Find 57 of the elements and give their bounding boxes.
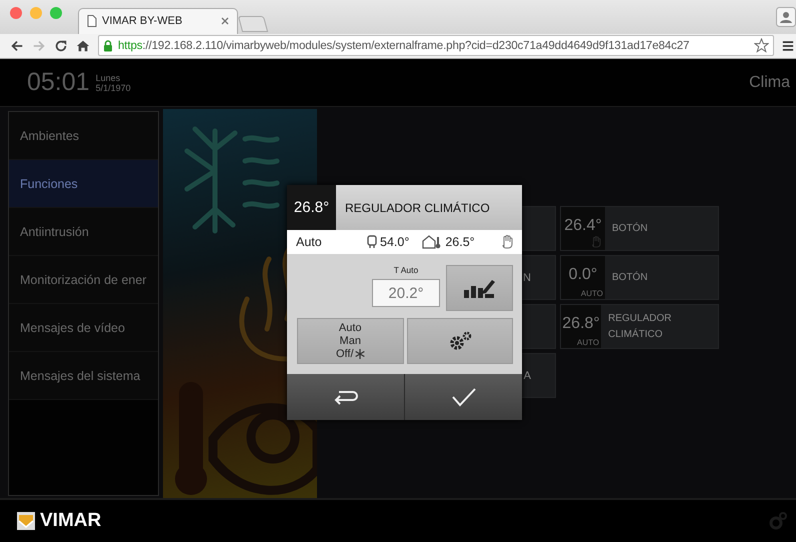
tile-label: N [523,272,532,284]
device-tile[interactable]: 26.4° BOTÓN [560,206,719,251]
setpoint-field[interactable]: 20.2° [372,279,440,307]
settings-button[interactable] [406,318,513,364]
sidebar-item[interactable]: Ambientes [9,112,158,160]
checkmark-icon [450,387,476,407]
clock-time: 05:01 [27,68,90,97]
lock-icon [103,40,113,52]
house-thermometer-icon [422,235,442,249]
home-icon[interactable] [76,38,90,53]
room-temperature: 26.5° [445,235,475,249]
hand-icon [591,236,601,248]
schedule-edit-button[interactable] [446,265,513,311]
close-icon[interactable] [221,17,229,26]
menu-icon[interactable] [782,40,794,52]
tile-mode: AUTO [580,289,603,298]
boiler-temperature: 54.0° [380,235,410,249]
gears-icon [448,331,472,351]
section-title: Clima [749,74,791,92]
tile-temperature: 0.0° [568,266,598,284]
close-window-button[interactable] [10,6,22,19]
sidebar-item[interactable]: Antiintrusión [9,208,158,256]
date-label: 5/1/1970 [96,82,131,92]
tile-label: A [524,370,532,382]
device-tile[interactable]: 0.0° AUTO BOTÓN [560,255,719,300]
snowflake-icon [354,349,365,359]
dialog-title: REGULADOR CLIMÁTICO [344,200,490,216]
tab-title: VIMAR BY-WEB [102,15,184,28]
back-button[interactable] [287,374,404,420]
mode-button[interactable]: Auto Man Off/ [297,318,404,364]
document-icon [87,15,97,28]
mode-label: Auto [296,235,323,249]
hand-icon [501,235,513,249]
weekday-label: Lunes [96,72,122,82]
current-temperature: 26.8° [287,185,336,230]
chart-edit-icon [462,277,496,299]
profile-icon[interactable] [776,6,796,27]
tile-temperature: 26.4° [564,216,602,234]
brand-name: VIMAR [40,510,102,532]
sidebar-item[interactable]: Funciones [9,160,158,208]
sidebar-item[interactable]: Monitorización de ener [9,256,158,304]
boiler-icon [367,235,377,249]
tile-mode: AUTO [577,338,600,347]
tile-label: REGULADOR CLIMÁTICO [607,312,672,342]
tile-temperature: 26.8° [562,314,600,332]
tile-label: BOTÓN [611,270,648,284]
sidebar-item[interactable]: Mensajes del sistema [9,352,158,400]
address-field[interactable]: https://192.168.2.110/vimarbyweb/modules/system/externalframe.php?cid=d230c71a49dd4649d9f131ad17e84c27 [98,35,774,56]
return-arrow-icon [332,389,358,405]
tile-label: BOTÓN [611,221,648,236]
setpoint-label: T Auto [394,265,418,275]
browser-tab[interactable]: VIMAR BY-WEB [78,8,238,34]
bookmark-star-icon[interactable] [754,38,769,54]
sidebar-item[interactable]: Mensajes de vídeo [9,304,158,352]
vimar-logo-icon [16,511,36,531]
reload-icon[interactable] [54,38,68,53]
back-icon[interactable] [10,38,24,53]
